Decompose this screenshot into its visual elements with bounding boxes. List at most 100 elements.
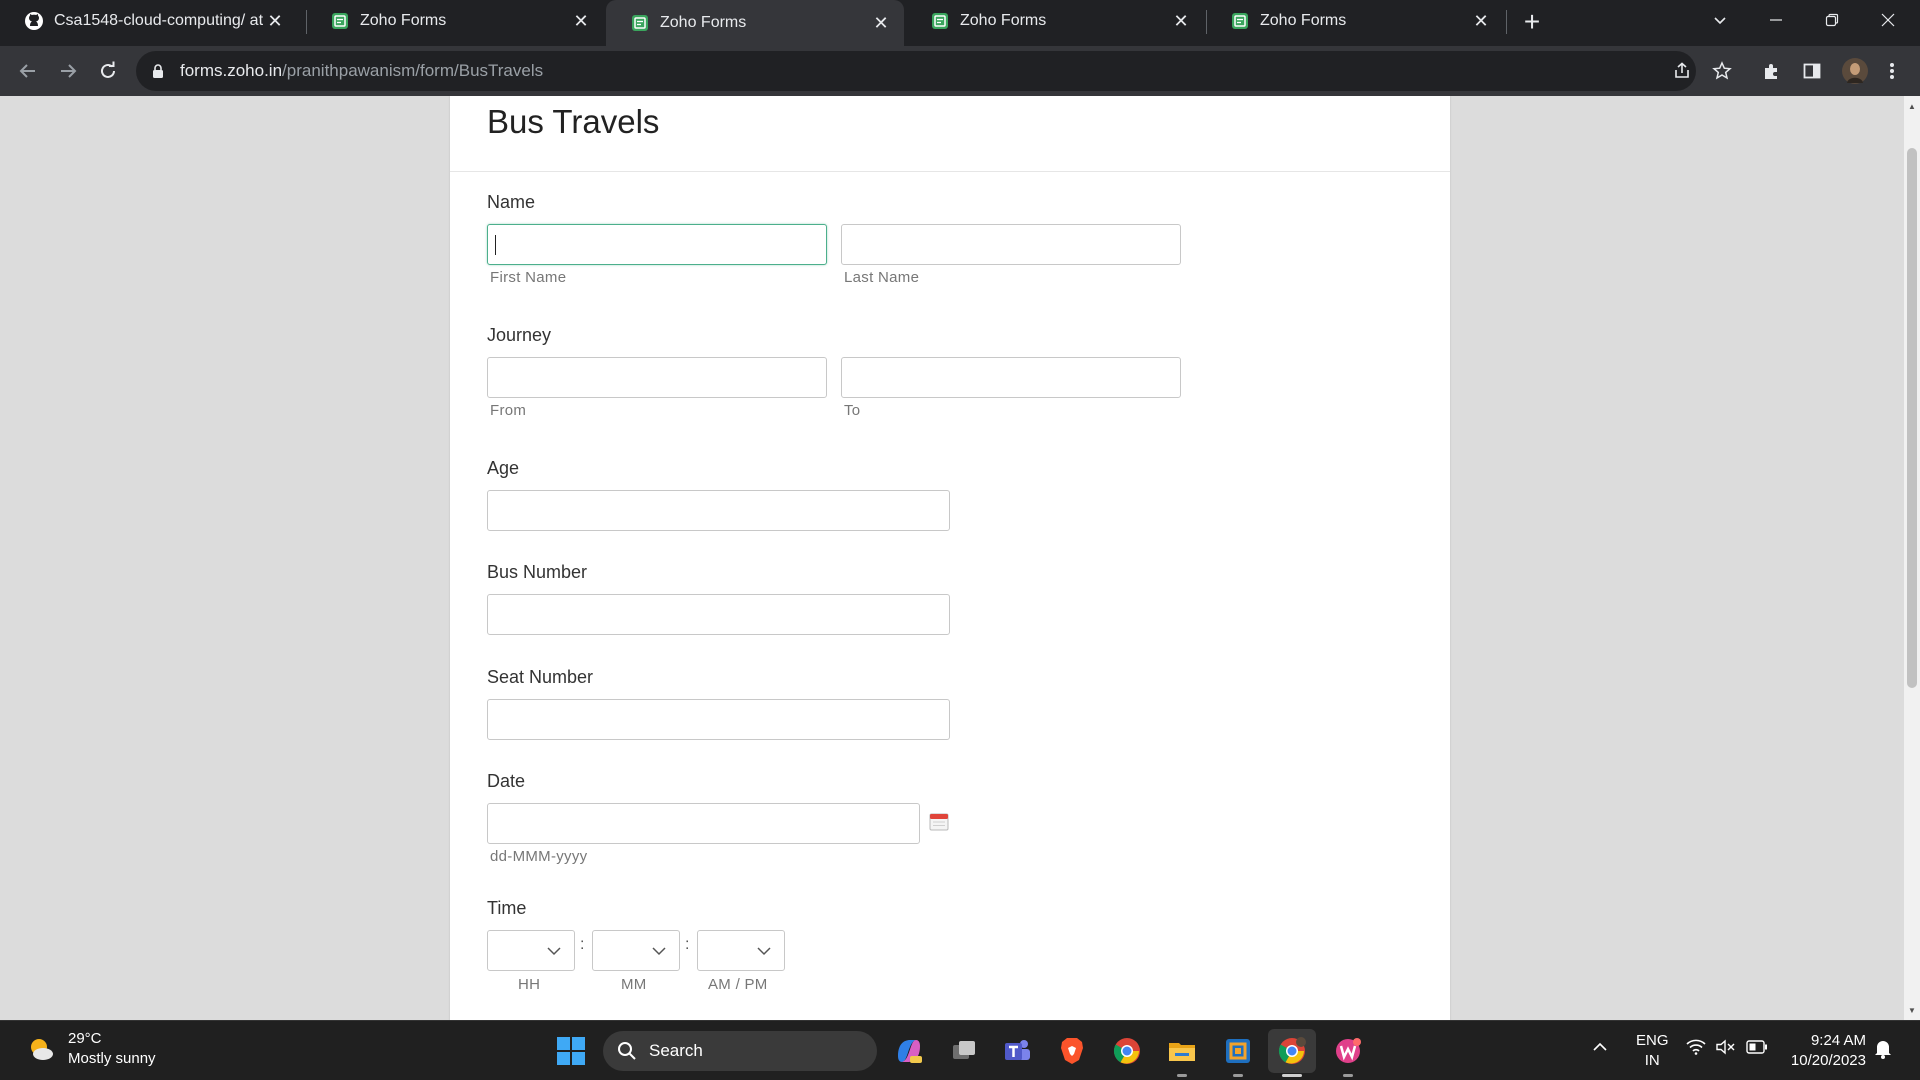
calendar-icon[interactable] — [929, 812, 949, 832]
time-hour-select[interactable] — [487, 930, 575, 971]
side-panel-icon[interactable] — [1800, 59, 1824, 83]
zoho-forms-icon — [930, 11, 950, 31]
weather-widget[interactable]: 29°C Mostly sunny — [26, 1029, 156, 1069]
minimize-icon[interactable] — [1748, 0, 1804, 40]
restore-icon[interactable] — [1804, 0, 1860, 40]
tab-zoho-forms-1[interactable]: Zoho Forms ✕ — [306, 0, 604, 42]
file-explorer-icon[interactable] — [1166, 1035, 1198, 1067]
close-window-icon[interactable] — [1860, 0, 1916, 40]
clock-date: 10/20/2023 — [1790, 1052, 1866, 1069]
time-minute-sublabel: MM — [621, 976, 647, 993]
chrome-icon[interactable] — [1111, 1035, 1143, 1067]
age-input[interactable] — [487, 490, 950, 531]
region-code: IN — [1644, 1052, 1660, 1069]
new-tab-button[interactable]: + — [1516, 6, 1548, 38]
bus-number-input[interactable] — [487, 594, 950, 635]
date-label: Date — [487, 771, 526, 791]
show-hidden-icons-chevron-up-icon[interactable] — [1592, 1039, 1608, 1059]
chevron-down-icon — [652, 947, 666, 956]
windows-start-icon[interactable] — [556, 1036, 586, 1066]
back-arrow-icon[interactable] — [12, 55, 44, 87]
url-path: /pranithpawanism/form/BusTravels — [282, 61, 544, 80]
search-icon — [618, 1042, 636, 1060]
clock[interactable]: 9:24 AM 10/20/2023 — [1784, 1031, 1866, 1071]
lock-icon[interactable] — [150, 63, 166, 79]
clock-time: 9:24 AM — [1810, 1032, 1866, 1049]
journey-to-sublabel: To — [844, 402, 861, 419]
date-input[interactable] — [487, 803, 920, 844]
first-name-input[interactable] — [487, 224, 827, 265]
last-name-input[interactable] — [841, 224, 1181, 265]
virtualbox-icon[interactable] — [1222, 1035, 1254, 1067]
battery-icon[interactable] — [1746, 1040, 1768, 1058]
date-format-hint: dd-MMM-yyyy — [490, 848, 588, 865]
tab-github[interactable]: Csa1548-cloud-computing/ at m ✕ — [0, 0, 298, 42]
chevron-down-icon — [547, 947, 561, 956]
tab-zoho-forms-3[interactable]: Zoho Forms ✕ — [906, 0, 1204, 42]
close-icon[interactable]: ✕ — [1170, 10, 1192, 32]
time-hour-sublabel: HH — [518, 976, 541, 993]
forward-arrow-icon[interactable] — [52, 55, 84, 87]
zoho-forms-icon — [630, 13, 650, 33]
close-icon[interactable]: ✕ — [1470, 10, 1492, 32]
page-scrollbar[interactable]: ▲ ▼ — [1904, 96, 1920, 1020]
journey-from-sublabel: From — [490, 402, 527, 419]
close-icon[interactable]: ✕ — [264, 10, 286, 32]
tab-title: Zoho Forms — [360, 12, 447, 29]
journey-label: Journey — [487, 325, 552, 345]
search-placeholder: Search — [649, 1041, 703, 1060]
bus-number-label: Bus Number — [487, 562, 588, 582]
address-bar[interactable]: forms.zoho.in/pranithpawanism/form/BusTr… — [136, 51, 1696, 91]
brave-browser-icon[interactable] — [1056, 1035, 1088, 1067]
taskbar-search-box[interactable]: Search — [603, 1031, 877, 1071]
task-view-icon[interactable] — [948, 1035, 980, 1067]
notification-bell-icon[interactable] — [1874, 1039, 1892, 1063]
profile-avatar[interactable] — [1840, 56, 1870, 86]
scroll-down-arrow-icon[interactable]: ▼ — [1904, 1002, 1920, 1018]
wifi-icon[interactable] — [1686, 1039, 1706, 1059]
copilot-icon[interactable] — [893, 1035, 925, 1067]
github-icon — [24, 11, 44, 31]
tab-separator — [1506, 10, 1507, 34]
seat-number-input[interactable] — [487, 699, 950, 740]
teams-icon[interactable] — [1001, 1035, 1033, 1067]
time-ampm-select[interactable] — [697, 930, 785, 971]
running-indicator — [1233, 1074, 1243, 1077]
zoho-forms-icon — [1230, 11, 1250, 31]
tab-search-icon[interactable] — [1692, 0, 1748, 40]
language-indicator[interactable]: ENG IN — [1636, 1031, 1669, 1071]
wps-office-icon[interactable] — [1332, 1035, 1364, 1067]
running-indicator — [1343, 1074, 1353, 1077]
close-icon[interactable]: ✕ — [870, 12, 892, 34]
name-label: Name — [487, 192, 536, 212]
tab-zoho-forms-active[interactable]: Zoho Forms ✕ — [606, 0, 904, 46]
reload-icon[interactable] — [92, 55, 124, 87]
browser-toolbar: forms.zoho.in/pranithpawanism/form/BusTr… — [0, 46, 1920, 96]
active-indicator — [1282, 1074, 1302, 1077]
journey-to-input[interactable] — [841, 357, 1181, 398]
url-text: forms.zoho.in/pranithpawanism/form/BusTr… — [180, 61, 543, 81]
form-title: Bus Travels — [487, 103, 660, 140]
share-icon[interactable] — [1670, 59, 1694, 83]
seat-number-label: Seat Number — [487, 667, 594, 687]
chrome-active-icon[interactable] — [1268, 1029, 1316, 1073]
tab-zoho-forms-4[interactable]: Zoho Forms ✕ — [1206, 0, 1504, 42]
tab-title: Zoho Forms — [960, 12, 1047, 29]
form-header: Bus Travels — [450, 96, 1450, 172]
bookmark-star-icon[interactable] — [1710, 59, 1734, 83]
volume-muted-icon[interactable] — [1716, 1039, 1736, 1059]
scroll-up-arrow-icon[interactable]: ▲ — [1904, 98, 1920, 114]
journey-from-input[interactable] — [487, 357, 827, 398]
close-icon[interactable]: ✕ — [570, 10, 592, 32]
weather-temperature: 29°C — [68, 1030, 102, 1047]
time-ampm-sublabel: AM / PM — [708, 976, 768, 993]
tab-title: Zoho Forms — [660, 14, 747, 31]
menu-kebab-icon[interactable] — [1880, 59, 1904, 83]
time-label: Time — [487, 898, 527, 918]
time-minute-select[interactable] — [592, 930, 680, 971]
language-code: ENG — [1636, 1032, 1669, 1049]
scrollbar-thumb[interactable] — [1907, 148, 1917, 688]
time-separator: : — [685, 936, 690, 953]
page-viewport: Bus Travels Name First Name Last Name Jo… — [0, 96, 1904, 1020]
extensions-puzzle-icon[interactable] — [1760, 59, 1784, 83]
